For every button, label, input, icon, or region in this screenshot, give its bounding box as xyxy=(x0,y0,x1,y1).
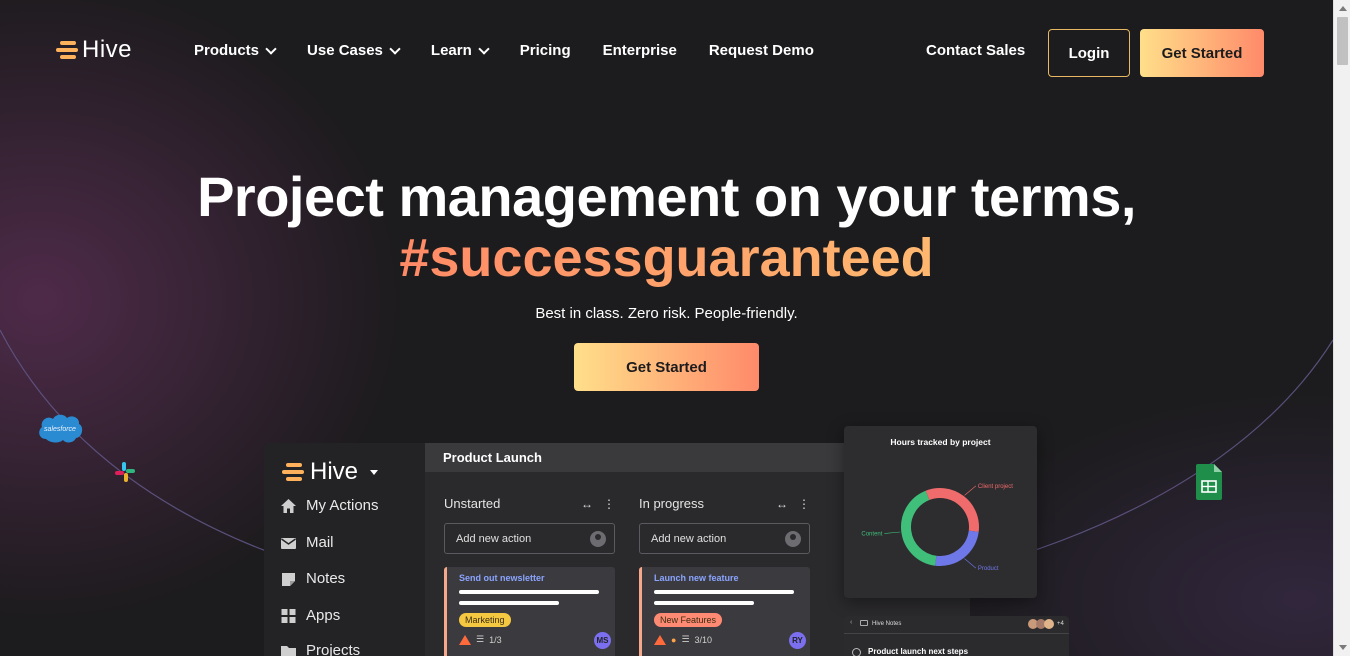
subtasks-icon: ☰ xyxy=(476,634,485,644)
home-icon xyxy=(281,498,296,513)
scroll-up-arrow-icon[interactable] xyxy=(1334,0,1350,17)
slack-logo-icon xyxy=(115,462,135,482)
subtasks-icon: ☰ xyxy=(681,634,690,644)
sidebar-item-mail[interactable]: Mail xyxy=(280,534,334,551)
hive-logo-icon xyxy=(56,39,78,61)
nav-use-cases[interactable]: Use Cases xyxy=(307,42,401,59)
warning-icon xyxy=(654,634,666,645)
card-text-line xyxy=(459,601,559,605)
sidebar-item-apps[interactable]: Apps xyxy=(280,607,340,624)
chevron-down-icon xyxy=(389,42,401,55)
assignee-icon xyxy=(590,530,606,547)
kanban-column-in-progress: In progress ↔ ⋮ Add new action Launch new… xyxy=(639,496,810,656)
column-title: In progress xyxy=(639,496,705,511)
card-text-line xyxy=(459,590,599,594)
leader-line xyxy=(884,531,901,534)
more-icon[interactable]: ⋮ xyxy=(798,497,810,511)
card-text-line xyxy=(654,601,754,605)
nav-products[interactable]: Products xyxy=(194,42,277,59)
contact-sales-link[interactable]: Contact Sales xyxy=(926,42,1025,59)
notes-label: Hive Notes xyxy=(872,621,902,627)
donut-slice xyxy=(901,490,937,566)
project-title: Product Launch xyxy=(443,450,542,465)
notes-icon xyxy=(282,572,295,586)
more-icon[interactable]: ⋮ xyxy=(603,497,615,511)
app-workspace-switcher[interactable]: Hive xyxy=(282,458,379,486)
column-title: Unstarted xyxy=(444,496,501,511)
hero-tagline: #successguaranteed xyxy=(399,228,934,288)
google-sheets-icon xyxy=(1196,464,1222,500)
donut-slice xyxy=(935,530,979,566)
scroll-thumb[interactable] xyxy=(1337,17,1348,65)
notes-toolbar: ‹ Hive Notes +4 xyxy=(844,616,1069,634)
avatar: RY xyxy=(789,632,806,649)
add-action-input[interactable]: Add new action xyxy=(444,523,615,554)
check-circle-icon[interactable] xyxy=(852,648,861,656)
card-title: Send out newsletter xyxy=(459,573,545,583)
sidebar-item-notes[interactable]: Notes xyxy=(280,570,345,587)
workspace-name: Hive xyxy=(310,458,359,485)
collaborator-count: +4 xyxy=(1057,621,1064,627)
avatar xyxy=(1044,619,1054,629)
get-started-nav-button[interactable]: Get Started xyxy=(1140,29,1264,77)
back-icon[interactable]: ‹ xyxy=(850,619,852,626)
chevron-down-icon xyxy=(478,42,490,55)
donut-slice xyxy=(925,488,979,532)
chevron-down-icon xyxy=(265,42,277,55)
card-tag: New Features xyxy=(654,613,723,627)
nav-enterprise[interactable]: Enterprise xyxy=(603,42,677,59)
comment-icon: ● xyxy=(671,634,677,645)
sidebar-item-my-actions[interactable]: My Actions xyxy=(280,497,379,514)
notes-preview: ‹ Hive Notes +4 Product launch next step… xyxy=(844,616,1069,656)
hours-donut-chart: Client project Product Content xyxy=(861,484,1013,572)
action-card[interactable]: Launch new feature New Features ● ☰ 3/10… xyxy=(639,567,810,656)
logo-text: Hive xyxy=(82,36,133,63)
slice-label: Content xyxy=(861,532,882,538)
main-nav: Products Use Cases Learn Pricing Enterpr… xyxy=(194,42,846,59)
assignee-icon xyxy=(785,530,801,547)
card-footer: ● ☰ 3/10 xyxy=(654,634,712,645)
notes-heading: Product launch next steps xyxy=(868,647,969,656)
apps-icon xyxy=(281,608,296,623)
add-action-input[interactable]: Add new action xyxy=(639,523,810,554)
nav-pricing[interactable]: Pricing xyxy=(520,42,571,59)
expand-icon[interactable]: ↔ xyxy=(776,497,788,511)
hero-subtitle: Best in class. Zero risk. People-friendl… xyxy=(535,305,798,322)
salesforce-logo-icon: salesforce xyxy=(39,414,83,443)
hero-title: Project management on your terms, xyxy=(197,165,1136,228)
action-card[interactable]: Send out newsletter Marketing ☰ 1/3 MS xyxy=(444,567,615,656)
slice-label: Product xyxy=(978,566,999,572)
app-sidebar: Hive My Actions Mail Notes Apps Projects xyxy=(264,443,425,656)
get-started-hero-button[interactable]: Get Started xyxy=(574,343,759,391)
kanban-column-unstarted: Unstarted ↔ ⋮ Add new action Send out new… xyxy=(444,496,615,656)
leader-line xyxy=(964,558,977,569)
nav-learn[interactable]: Learn xyxy=(431,42,490,59)
scroll-down-arrow-icon[interactable] xyxy=(1334,639,1350,656)
login-button[interactable]: Login xyxy=(1048,29,1130,77)
page-scrollbar[interactable] xyxy=(1333,0,1350,656)
svg-text:salesforce: salesforce xyxy=(44,426,76,433)
hive-logo-icon xyxy=(282,461,304,483)
card-tag: Marketing xyxy=(459,613,511,627)
avatar: MS xyxy=(594,632,611,649)
caret-down-icon xyxy=(370,469,379,475)
card-footer: ☰ 1/3 xyxy=(459,634,502,645)
expand-icon[interactable]: ↔ xyxy=(581,497,593,511)
warning-icon xyxy=(459,634,471,645)
card-text-line xyxy=(654,590,794,594)
hive-logo[interactable]: Hive xyxy=(56,36,132,64)
sidebar-item-projects[interactable]: Projects xyxy=(280,642,360,656)
nav-request-demo[interactable]: Request Demo xyxy=(709,42,814,59)
mail-icon xyxy=(281,537,296,549)
leader-line xyxy=(964,485,977,496)
folder-icon xyxy=(281,645,296,656)
folder-icon xyxy=(860,620,868,626)
slice-label: Client project xyxy=(978,484,1013,490)
card-title: Launch new feature xyxy=(654,573,739,583)
hours-chart-card: Hours tracked by project Client project P… xyxy=(844,426,1037,598)
